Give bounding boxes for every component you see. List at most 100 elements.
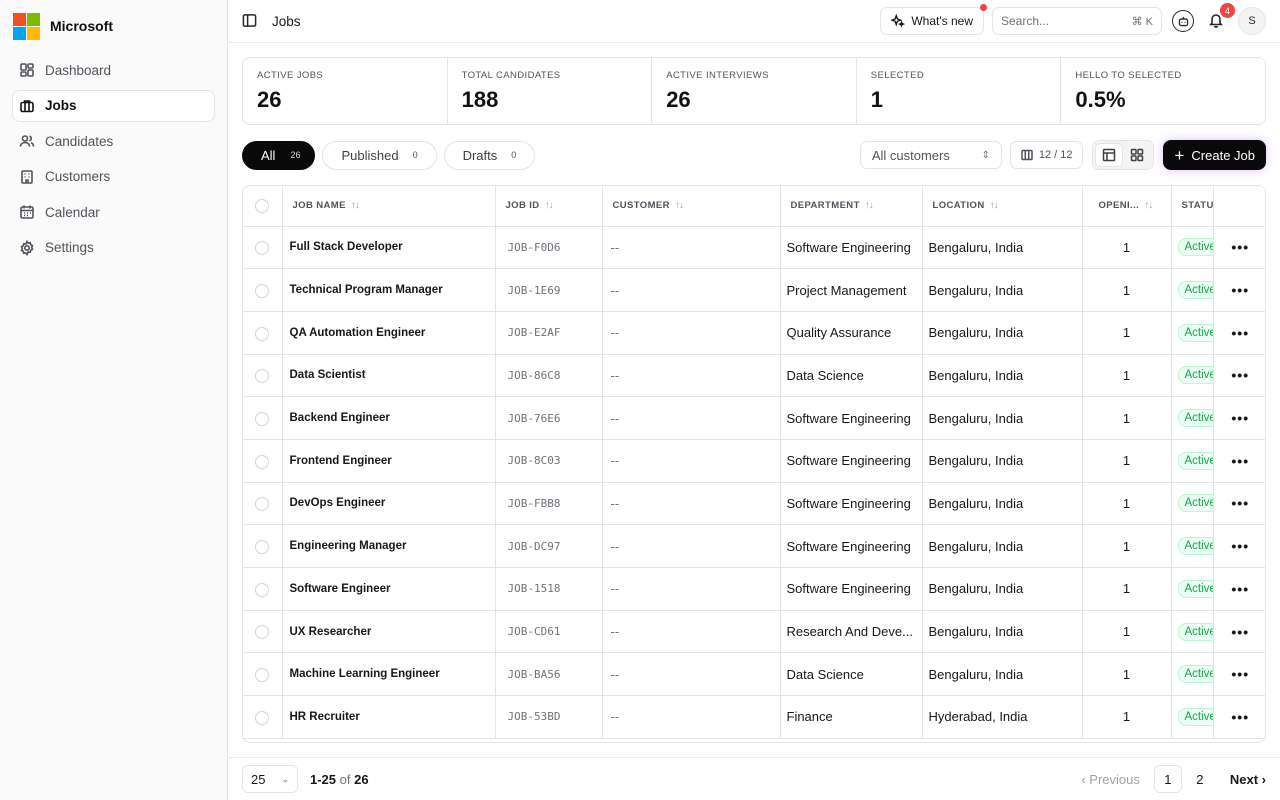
tab-drafts[interactable]: Drafts 0 — [443, 140, 536, 170]
job-name-cell[interactable]: HR Recruiter — [282, 695, 496, 739]
job-name-cell[interactable]: QA Automation Engineer — [282, 311, 496, 355]
table-row[interactable]: Data Scientist JOB-86C8 -- Data Science Beng… — [243, 354, 1265, 398]
col-header-job-id[interactable]: JOB ID ↑↓ — [495, 186, 603, 227]
table-view-button[interactable] — [1095, 143, 1124, 167]
job-name-cell[interactable]: Machine Learning Engineer — [282, 652, 496, 697]
row-checkbox[interactable] — [243, 695, 283, 739]
row-actions-button[interactable]: ••• — [1212, 268, 1265, 312]
row-checkbox[interactable] — [243, 268, 283, 312]
table-row[interactable]: Full Stack Developer JOB-F0D6 -- Software E… — [243, 226, 1265, 270]
col-header-label: DEPARTMENT — [790, 200, 860, 212]
tab-all[interactable]: All 26 — [242, 140, 316, 170]
row-actions-button[interactable]: ••• — [1212, 354, 1265, 398]
job-name-cell[interactable]: Frontend Engineer — [282, 439, 496, 483]
table-row[interactable]: Engineering Manager JOB-DC97 -- Software En… — [243, 524, 1265, 568]
table-row[interactable]: Machine Learning Engineer JOB-BA56 -- Data … — [243, 652, 1265, 697]
customer-cell: -- — [602, 610, 781, 654]
row-actions-button[interactable]: ••• — [1212, 567, 1265, 611]
col-header-location[interactable]: LOCATION ↑↓ — [922, 186, 1083, 227]
per-page-select[interactable]: 25 ⌄ — [242, 765, 298, 793]
notification-bell-icon[interactable]: 4 — [1208, 3, 1235, 30]
create-job-button[interactable]: + Create Job — [1163, 140, 1266, 170]
table-row[interactable]: Frontend Engineer JOB-8C03 -- Software Engi… — [243, 439, 1265, 483]
brand[interactable]: Microsoft — [12, 0, 215, 52]
row-actions-button[interactable]: ••• — [1212, 695, 1265, 739]
job-name-cell[interactable]: UX Researcher — [282, 610, 496, 654]
tab-published[interactable]: Published 0 — [322, 140, 437, 170]
gear-icon — [19, 239, 35, 256]
table-row[interactable]: QA Automation Engineer JOB-E2AF -- Quality … — [243, 311, 1265, 355]
previous-page-button[interactable]: ‹ Previous — [1081, 772, 1140, 787]
row-actions-button[interactable]: ••• — [1212, 610, 1265, 654]
stats-panel: ACTIVE JOBS 26 TOTAL CANDIDATES 188 ACTI… — [242, 57, 1266, 125]
job-id-cell: JOB-CD61 — [495, 610, 603, 654]
job-name-cell[interactable]: Data Scientist — [282, 354, 496, 398]
department-cell: Research And Deve... — [780, 610, 923, 654]
next-page-button[interactable]: Next › — [1230, 772, 1266, 787]
new-indicator-dot — [980, 4, 987, 11]
location-cell: Bengaluru, India — [922, 567, 1083, 611]
openings-cell: 1 — [1082, 524, 1172, 568]
sidebar-item-settings[interactable]: Settings — [12, 232, 215, 264]
row-checkbox[interactable] — [243, 610, 283, 654]
grid-view-button[interactable] — [1123, 143, 1151, 167]
job-name-cell[interactable]: Software Engineer — [282, 567, 496, 611]
row-checkbox[interactable] — [243, 226, 283, 270]
status-cell: Active — [1171, 695, 1213, 739]
row-checkbox[interactable] — [243, 311, 283, 355]
whats-new-label: What's new — [911, 14, 973, 28]
table-row[interactable]: UX Researcher JOB-CD61 -- Research And Deve… — [243, 610, 1265, 654]
table-row[interactable]: Software Engineer JOB-1518 -- Software Engi… — [243, 567, 1265, 611]
sidebar-toggle-icon[interactable] — [242, 13, 258, 29]
job-name-cell[interactable]: DevOps Engineer — [282, 482, 496, 526]
sidebar-item-customers[interactable]: Customers — [12, 161, 215, 193]
search-input[interactable]: Search... ⌘ K — [992, 7, 1162, 35]
row-actions-button[interactable]: ••• — [1212, 439, 1265, 483]
job-name-cell[interactable]: Technical Program Manager — [282, 268, 496, 312]
col-header-status[interactable]: STATU — [1171, 186, 1213, 227]
page-button-2[interactable]: 2 — [1186, 765, 1214, 793]
row-actions-button[interactable]: ••• — [1212, 652, 1265, 697]
col-header-openings[interactable]: OPENI... ↑↓ — [1082, 186, 1172, 227]
table-row[interactable]: Backend Engineer JOB-76E6 -- Software Engin… — [243, 396, 1265, 440]
job-name-cell[interactable]: Engineering Manager — [282, 524, 496, 568]
table-row[interactable]: Technical Program Manager JOB-1E69 -- Proje… — [243, 268, 1265, 312]
customer-cell: -- — [602, 482, 781, 526]
department-cell: Finance — [780, 695, 923, 739]
openings-cell: 1 — [1082, 226, 1172, 270]
row-actions-button[interactable]: ••• — [1212, 482, 1265, 526]
status-cell: Active — [1171, 652, 1213, 697]
page-button-1[interactable]: 1 — [1153, 765, 1182, 793]
sidebar-item-dashboard[interactable]: Dashboard — [12, 54, 215, 86]
customer-select[interactable]: All customers ⇕ — [859, 141, 1002, 169]
job-name-cell[interactable]: Full Stack Developer — [282, 226, 496, 270]
row-checkbox[interactable] — [243, 652, 283, 697]
row-checkbox[interactable] — [243, 567, 283, 611]
avatar[interactable]: S — [1238, 7, 1266, 35]
whats-new-button[interactable]: What's new — [880, 4, 987, 35]
sidebar-item-calendar[interactable]: Calendar — [12, 196, 215, 228]
col-header-customer[interactable]: CUSTOMER ↑↓ — [602, 186, 781, 227]
row-checkbox[interactable] — [243, 396, 283, 440]
row-checkbox[interactable] — [243, 482, 283, 526]
table-row[interactable]: DevOps Engineer JOB-FBB8 -- Software Engine… — [243, 482, 1265, 526]
customer-cell: -- — [602, 652, 781, 697]
row-actions-button[interactable]: ••• — [1212, 311, 1265, 355]
assistant-bot-icon[interactable] — [1172, 10, 1194, 32]
row-checkbox[interactable] — [243, 354, 283, 398]
row-actions-button[interactable]: ••• — [1212, 524, 1265, 568]
select-all-checkbox[interactable] — [243, 186, 283, 227]
table-row[interactable]: HR Recruiter JOB-53BD -- Finance Hyderabad, … — [243, 695, 1265, 739]
row-actions-button[interactable]: ••• — [1212, 226, 1265, 270]
row-checkbox[interactable] — [243, 524, 283, 568]
sidebar-item-candidates[interactable]: Candidates — [12, 125, 215, 157]
tab-count: 0 — [412, 150, 418, 160]
job-name-cell[interactable]: Backend Engineer — [282, 396, 496, 440]
col-header-job-name[interactable]: JOB NAME ↑↓ — [282, 186, 496, 227]
sidebar-item-jobs[interactable]: Jobs — [12, 89, 215, 122]
row-actions-button[interactable]: ••• — [1212, 396, 1265, 440]
stat-label: ACTIVE INTERVIEWS — [666, 70, 769, 81]
col-header-department[interactable]: DEPARTMENT ↑↓ — [780, 186, 923, 227]
columns-button[interactable]: 12 / 12 — [1009, 141, 1084, 169]
row-checkbox[interactable] — [243, 439, 283, 483]
